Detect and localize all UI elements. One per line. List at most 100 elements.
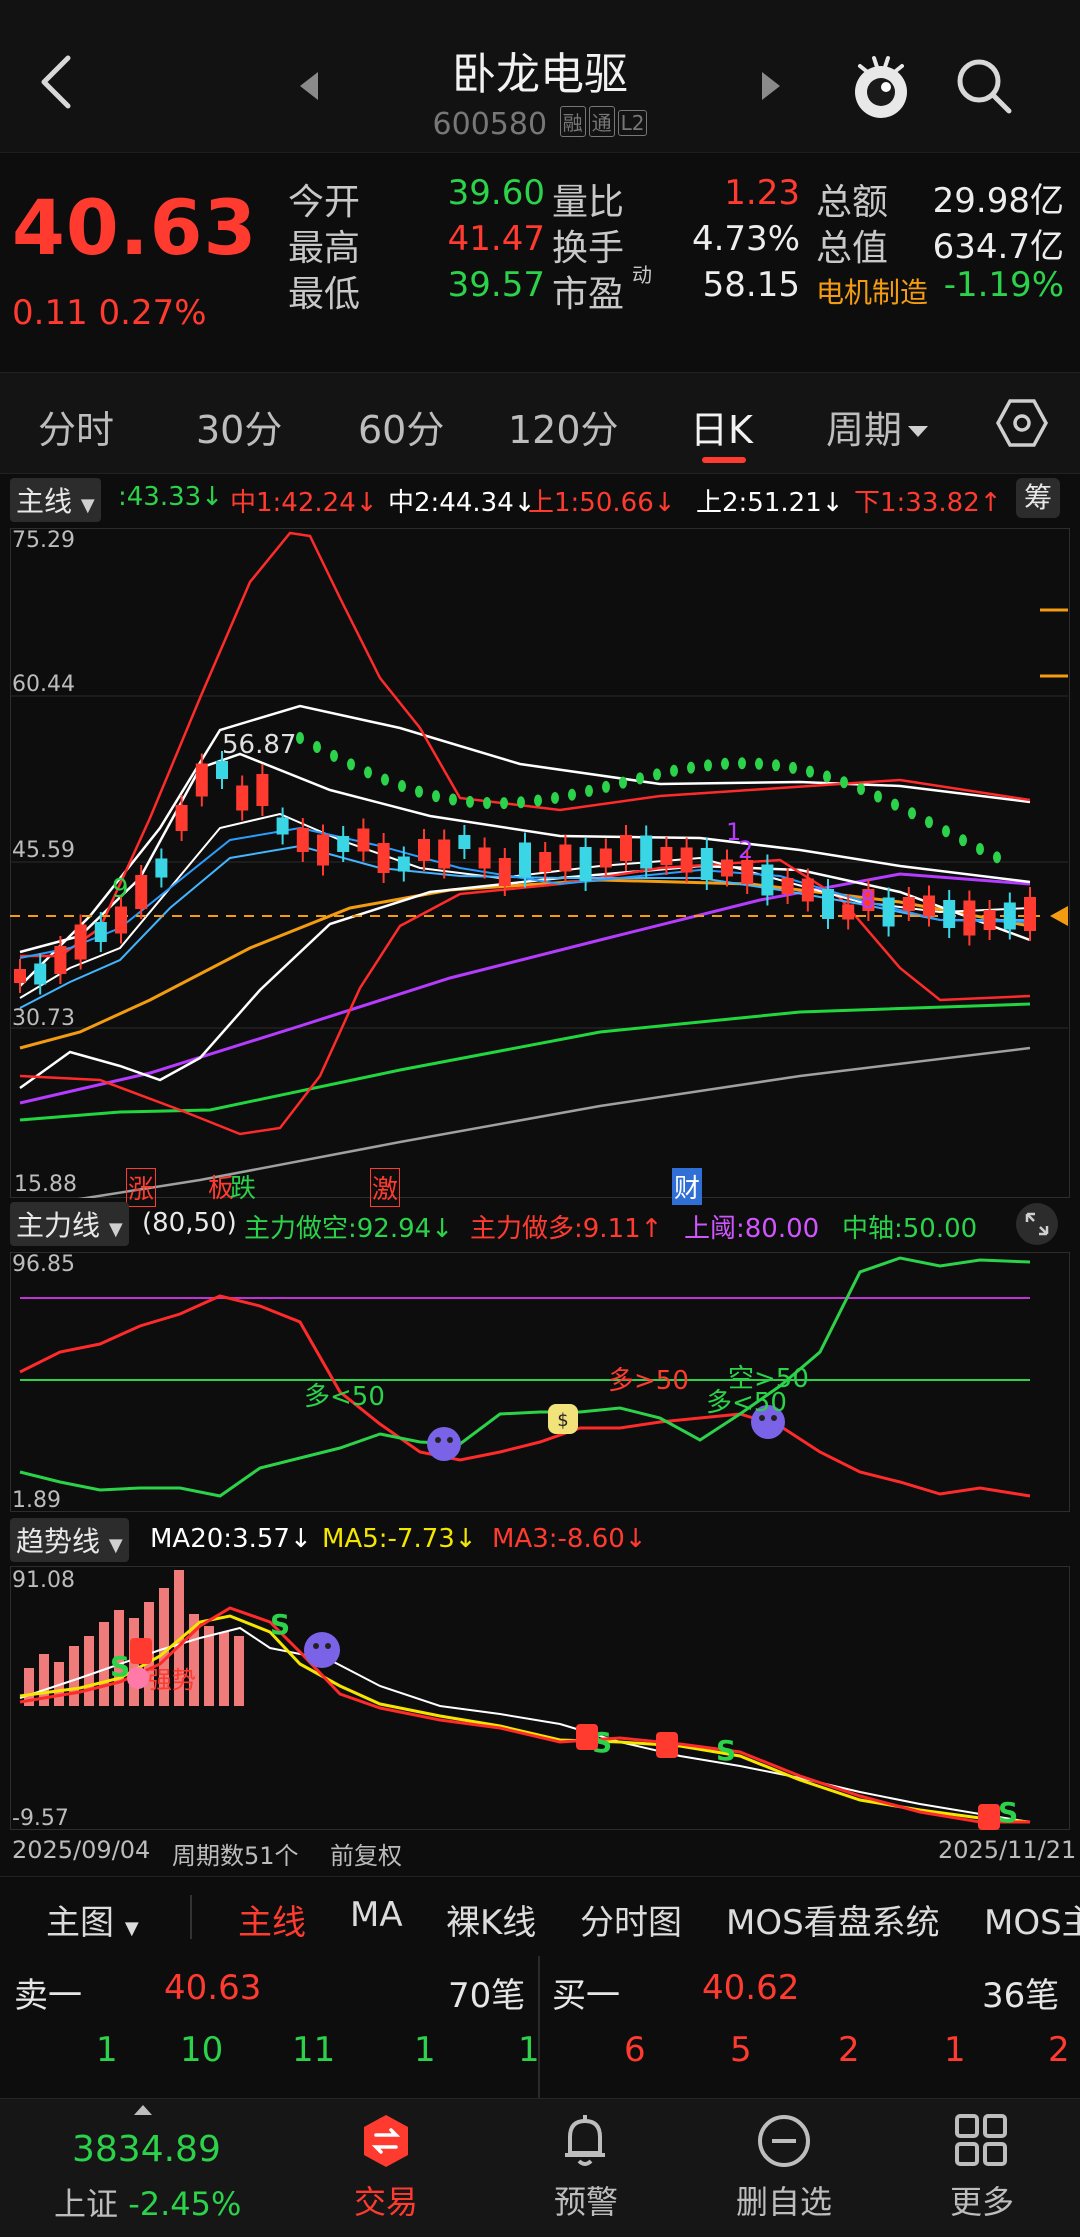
- signal-dot: [772, 759, 780, 772]
- force-chart[interactable]: $: [0, 1252, 1080, 1512]
- nav-remove-watchlist[interactable]: 删自选: [714, 2177, 854, 2223]
- signal-dot: [585, 784, 593, 797]
- quote-value: 634.7亿: [932, 227, 1064, 267]
- signal-dot: [483, 797, 491, 810]
- expand-icon[interactable]: [1012, 1202, 1062, 1246]
- candle-body: [458, 835, 471, 849]
- force-indicator-label: 主力线: [16, 1209, 101, 1242]
- candle-body: [801, 878, 814, 902]
- legend-value: 中2:44.34↓: [388, 488, 536, 518]
- main-indicator-selector[interactable]: 主线 ▼: [10, 478, 101, 522]
- legend-value: 中1:42.24↓: [230, 488, 378, 518]
- signal-dot: [313, 741, 321, 754]
- tab-bare-k[interactable]: 裸K线: [446, 1895, 536, 1944]
- chip-distribution-button[interactable]: 筹: [1016, 478, 1060, 518]
- index-name[interactable]: 上证 -2.45%: [54, 2179, 241, 2225]
- candle-body: [276, 817, 289, 835]
- nav-more[interactable]: 更多: [912, 2177, 1052, 2223]
- quote-value: 39.60: [447, 173, 545, 213]
- trend-indicator-selector[interactable]: 趋势线 ▼: [10, 1518, 129, 1562]
- quote-value: 1.23: [724, 173, 800, 213]
- tab-main-line[interactable]: 主线: [238, 1895, 306, 1944]
- nav-alert[interactable]: 预警: [516, 2177, 656, 2223]
- y-label-3: 45.59: [12, 838, 75, 863]
- tab-daily-k[interactable]: 日K: [690, 399, 753, 454]
- candle-body: [579, 847, 592, 881]
- signal-dot: [993, 851, 1001, 864]
- tab-intraday[interactable]: 分时: [38, 399, 114, 454]
- signal-dot: [721, 757, 729, 770]
- mascot-icon[interactable]: [848, 52, 914, 122]
- signal-dot: [517, 796, 525, 809]
- remove-watchlist-icon[interactable]: [756, 2113, 812, 2169]
- candle-body: [822, 889, 834, 919]
- trend-bar: [69, 1646, 79, 1706]
- tab-ma[interactable]: MA: [350, 1895, 403, 1935]
- candle-body: [296, 828, 309, 852]
- legend-value: 上2:51.21↓: [696, 488, 844, 518]
- trend-y-top: 91.08: [12, 1568, 75, 1593]
- tab-60min[interactable]: 60分: [358, 399, 444, 454]
- signal-dot: [568, 788, 576, 801]
- kline-chart[interactable]: [0, 528, 1080, 1198]
- price-adjust-mode[interactable]: 前复权: [330, 1836, 402, 1871]
- trade-icon[interactable]: [360, 2113, 412, 2169]
- settings-hexagon-icon[interactable]: [996, 397, 1048, 449]
- candle-body: [963, 900, 976, 936]
- candle-body: [620, 835, 632, 861]
- index-change: -2.45%: [128, 2185, 242, 2223]
- candle-body: [418, 839, 430, 861]
- force-indicator-selector[interactable]: 主力线 ▼: [10, 1202, 129, 1246]
- trend-y-bottom: -9.57: [12, 1806, 69, 1831]
- next-stock-icon[interactable]: [762, 72, 780, 100]
- candle-body: [680, 847, 693, 873]
- tab-timeshare[interactable]: 分时图: [580, 1895, 682, 1944]
- bottom-nav-bar: 3834.89 上证 -2.45% 交易 预警 删自选 更多: [0, 2098, 1080, 2237]
- nav-trade[interactable]: 交易: [316, 2177, 456, 2223]
- chevron-down-icon: ▼: [80, 495, 95, 516]
- trend-bar: [99, 1622, 109, 1706]
- trend-chart[interactable]: S S S S S: [0, 1566, 1080, 1830]
- bell-icon[interactable]: [560, 2113, 610, 2169]
- candle-body: [539, 852, 552, 872]
- sell-one-label: 卖一: [14, 1976, 82, 2016]
- quote-label: 今开: [288, 182, 361, 223]
- index-expand-icon[interactable]: [134, 2105, 152, 2115]
- tab-mos-system[interactable]: MOS看盘系统: [726, 1895, 940, 1944]
- header-bar: 卧龙电驱 600580 融通 L2: [0, 0, 1080, 152]
- index-value[interactable]: 3834.89: [72, 2129, 221, 2170]
- tab-120min[interactable]: 120分: [508, 399, 619, 454]
- candle-body: [700, 848, 713, 880]
- annotation-long-below-50: 多<50: [304, 1382, 385, 1412]
- main-chart-selector[interactable]: 主图 ▼: [46, 1895, 139, 1944]
- signal-dot: [857, 782, 865, 795]
- quote-value: 29.98亿: [932, 181, 1064, 221]
- force-y-bottom: 1.89: [12, 1488, 61, 1513]
- signal-dot: [840, 776, 848, 789]
- period-count: 周期数51个: [172, 1842, 299, 1870]
- y-label-top: 75.29: [12, 528, 75, 553]
- legend-value: 下1:33.82↑: [854, 488, 1002, 518]
- candle-body: [397, 856, 410, 872]
- legend-value: MA5:-7.73↓: [322, 1524, 477, 1554]
- candle-body: [317, 834, 329, 866]
- quote-label: 市盈: [552, 274, 625, 315]
- grid-more-icon[interactable]: [954, 2113, 1008, 2167]
- tab-mos-main[interactable]: MOS主: [984, 1895, 1080, 1944]
- candle-body: [1024, 897, 1036, 931]
- svg-text:S: S: [270, 1608, 290, 1641]
- candle-body: [438, 839, 451, 869]
- candle-body: [498, 858, 511, 886]
- quote-value: 58.15: [702, 265, 800, 305]
- tab-30min[interactable]: 30分: [196, 399, 282, 454]
- tab-cycle[interactable]: 周期: [826, 399, 929, 454]
- candle-body: [519, 842, 531, 878]
- search-icon[interactable]: [954, 56, 1014, 116]
- signal-dot: [432, 790, 440, 803]
- buy-detail-5: 2: [1048, 2030, 1070, 2070]
- stock-code: 600580: [432, 107, 548, 142]
- trend-bar: [219, 1632, 229, 1706]
- signal-number-2: 2: [738, 836, 754, 864]
- candle-body: [660, 847, 673, 865]
- candle-body: [236, 785, 249, 811]
